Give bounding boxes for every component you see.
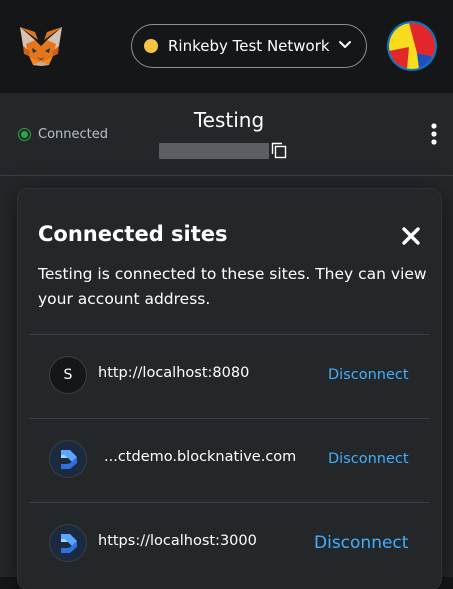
site-url: http://localhost:8080 — [98, 365, 250, 381]
network-status-dot — [144, 39, 158, 53]
disconnect-button[interactable]: Disconnect — [314, 533, 408, 553]
connected-sites-modal: Connected sites Testing is connected to … — [18, 189, 441, 589]
kebab-menu-icon[interactable] — [428, 122, 440, 146]
copy-icon[interactable] — [271, 142, 287, 159]
site-row: S http://localhost:8080 Disconnect — [18, 335, 441, 419]
site-letter-icon: S — [49, 356, 87, 394]
site-row: ...ctdemo.blocknative.com Disconnect — [18, 419, 441, 503]
metamask-fox-icon[interactable] — [18, 24, 64, 68]
account-name: Testing — [193, 108, 265, 132]
site-row: https://localhost:3000 Disconnect — [18, 503, 441, 587]
chevron-down-icon — [339, 41, 351, 48]
network-selector[interactable]: Rinkeby Test Network — [131, 24, 367, 68]
account-avatar[interactable] — [387, 21, 437, 71]
site-url: https://localhost:3000 — [98, 533, 257, 549]
top-bar: Rinkeby Test Network — [0, 0, 453, 93]
disconnect-button[interactable]: Disconnect — [328, 451, 409, 467]
modal-description: Testing is connected to these sites. The… — [38, 265, 427, 308]
disconnect-button[interactable]: Disconnect — [328, 367, 409, 383]
connection-status-label: Connected — [38, 126, 109, 142]
modal-title: Connected sites — [38, 222, 228, 246]
close-icon[interactable] — [401, 226, 421, 246]
account-address-redacted[interactable] — [159, 143, 269, 159]
blocknative-logo-icon — [49, 440, 87, 478]
site-url: ...ctdemo.blocknative.com — [104, 449, 297, 465]
network-label: Rinkeby Test Network — [168, 37, 330, 55]
connection-status[interactable]: Connected — [19, 126, 108, 142]
blocknative-logo-icon — [49, 524, 87, 562]
connected-dot-icon — [21, 130, 28, 138]
